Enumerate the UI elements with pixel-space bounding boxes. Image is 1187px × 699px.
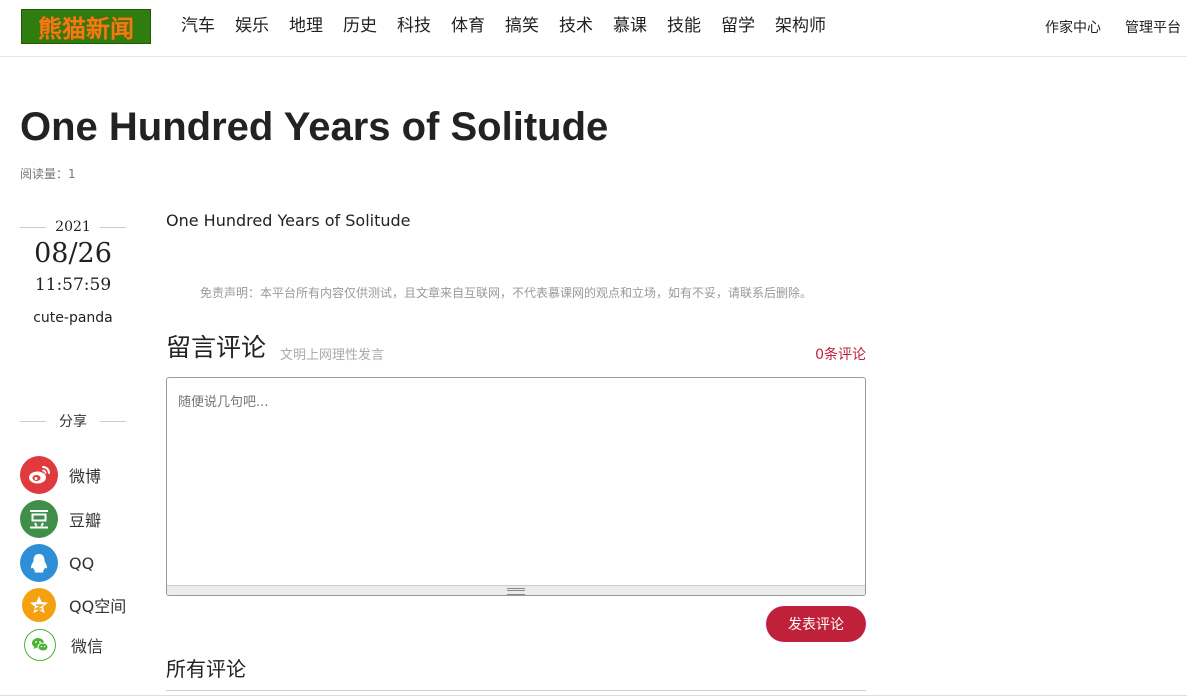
nav-item-geography[interactable]: 地理 [289,15,323,37]
share-qzone-label: QQ空间 [69,597,127,616]
publish-date: 08/26 [34,238,112,269]
nav-item-tech[interactable]: 科技 [397,15,431,37]
author-name[interactable]: cute-panda [20,310,126,326]
share-heading: 分享 [20,411,126,431]
share-weibo[interactable]: 微博 [20,456,101,494]
read-count: 阅读量：1 [20,167,76,181]
nav-item-cars[interactable]: 汽车 [181,15,215,37]
wechat-icon [24,629,56,661]
resize-grip-icon [507,588,525,595]
year-row: 2021 [20,216,126,238]
comment-section-title: 留言评论 [166,333,267,362]
all-comments-divider [166,690,866,691]
article-title: One Hundred Years of Solitude [20,105,609,149]
all-comments-title: 所有评论 [166,657,246,681]
weibo-icon [20,456,58,494]
publish-time: 11:57:59 [34,275,112,295]
header-right-links: 作家中心 管理平台 [1021,17,1181,37]
share-douban[interactable]: 豆瓣 [20,500,101,538]
page-bottom-divider [0,695,1187,696]
publish-date-box: 2021 08/26 11:57:59 cute-panda [20,216,126,326]
share-douban-label: 豆瓣 [69,511,102,530]
share-qq[interactable]: QQ [20,544,94,582]
qq-icon [20,544,58,582]
disclaimer: 免责声明：本平台所有内容仅供测试，且文章来自互联网，不代表慕课网的观点和立场，如… [200,286,813,300]
nav-item-technology[interactable]: 技术 [559,15,593,37]
douban-icon [20,500,58,538]
submit-comment-button[interactable]: 发表评论 [766,606,866,642]
author-center-link[interactable]: 作家中心 [1045,17,1101,37]
main-nav: 汽车 娱乐 地理 历史 科技 体育 搞笑 技术 慕课 技能 留学 架构师 [181,15,846,37]
comment-placeholder: 随便说几句吧... [178,395,269,410]
nav-item-history[interactable]: 历史 [343,15,377,37]
comment-textarea[interactable]: 随便说几句吧... [166,377,866,596]
comment-section-subtitle: 文明上网理性发言 [280,348,385,363]
nav-item-entertainment[interactable]: 娱乐 [235,15,269,37]
qzone-icon [22,588,56,622]
nav-item-skills[interactable]: 技能 [667,15,701,37]
admin-platform-link[interactable]: 管理平台 [1125,17,1181,37]
share-wechat-label: 微信 [71,637,104,656]
share-qzone[interactable]: QQ空间 [20,588,126,622]
share-label: 分享 [59,414,87,430]
nav-item-study-abroad[interactable]: 留学 [721,15,755,37]
nav-item-sports[interactable]: 体育 [451,15,485,37]
share-weibo-label: 微博 [69,467,102,486]
nav-item-mooc[interactable]: 慕课 [613,15,647,37]
article-body: One Hundred Years of Solitude [166,211,411,230]
comment-header: 留言评论 文明上网理性发言 0条评论 [166,330,866,366]
nav-item-funny[interactable]: 搞笑 [505,15,539,37]
share-qq-label: QQ [69,553,95,573]
textarea-resize-handle[interactable] [167,585,865,595]
publish-year: 2021 [55,219,91,235]
site-logo-text: 熊猫新闻 [38,14,134,43]
comment-count: 0条评论 [815,347,866,363]
nav-item-architect[interactable]: 架构师 [775,15,826,37]
top-header: 熊猫新闻 汽车 娱乐 地理 历史 科技 体育 搞笑 技术 慕课 技能 留学 架构… [0,0,1187,57]
site-logo[interactable]: 熊猫新闻 [21,9,151,44]
share-wechat[interactable]: 微信 [20,629,103,661]
